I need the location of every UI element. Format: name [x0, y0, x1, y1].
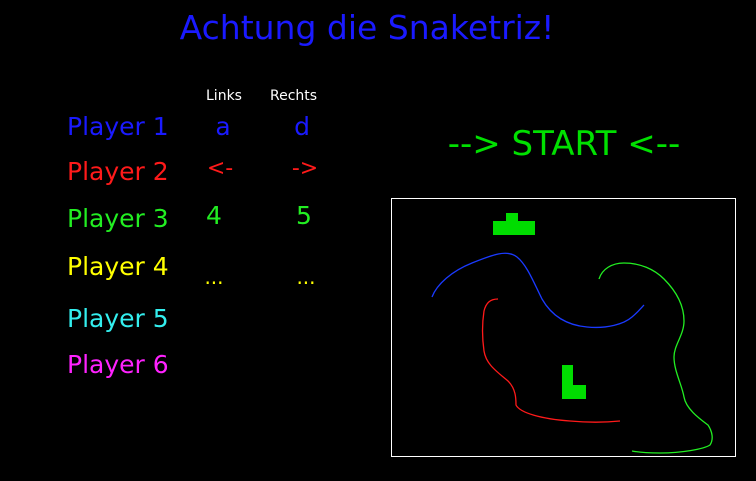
player-1-label: Player 1 — [67, 112, 169, 141]
blue-snake-trail — [431, 252, 645, 329]
player-1-right-key[interactable]: d — [282, 112, 322, 141]
player-4-label: Player 4 — [67, 252, 169, 281]
left-column-header: Links — [206, 88, 242, 104]
game-preview — [391, 198, 736, 457]
player-3-label: Player 3 — [67, 204, 169, 233]
player-2-left-key[interactable]: <- — [200, 156, 240, 181]
right-column-header: Rechts — [270, 88, 318, 104]
player-2-label: Player 2 — [67, 157, 169, 186]
player-4-right-key[interactable]: ... — [286, 265, 326, 289]
player-3-left-key[interactable]: 4 — [194, 201, 234, 230]
player-3-right-key[interactable]: 5 — [284, 201, 324, 230]
game-title: Achtung die Snaketriz! — [179, 8, 555, 47]
preview-canvas — [431, 213, 713, 454]
player-5-label: Player 5 — [67, 304, 169, 333]
player-6-label: Player 6 — [67, 350, 169, 379]
start-button[interactable]: --> START <-- — [430, 124, 698, 164]
red-snake-trail — [481, 298, 621, 423]
t-tetromino — [493, 213, 535, 235]
green-snake-trail — [598, 262, 713, 454]
l-tetromino — [562, 365, 586, 399]
player-1-left-key[interactable]: a — [203, 112, 243, 141]
player-2-right-key[interactable]: -> — [285, 156, 325, 181]
player-4-left-key[interactable]: ... — [194, 265, 234, 289]
